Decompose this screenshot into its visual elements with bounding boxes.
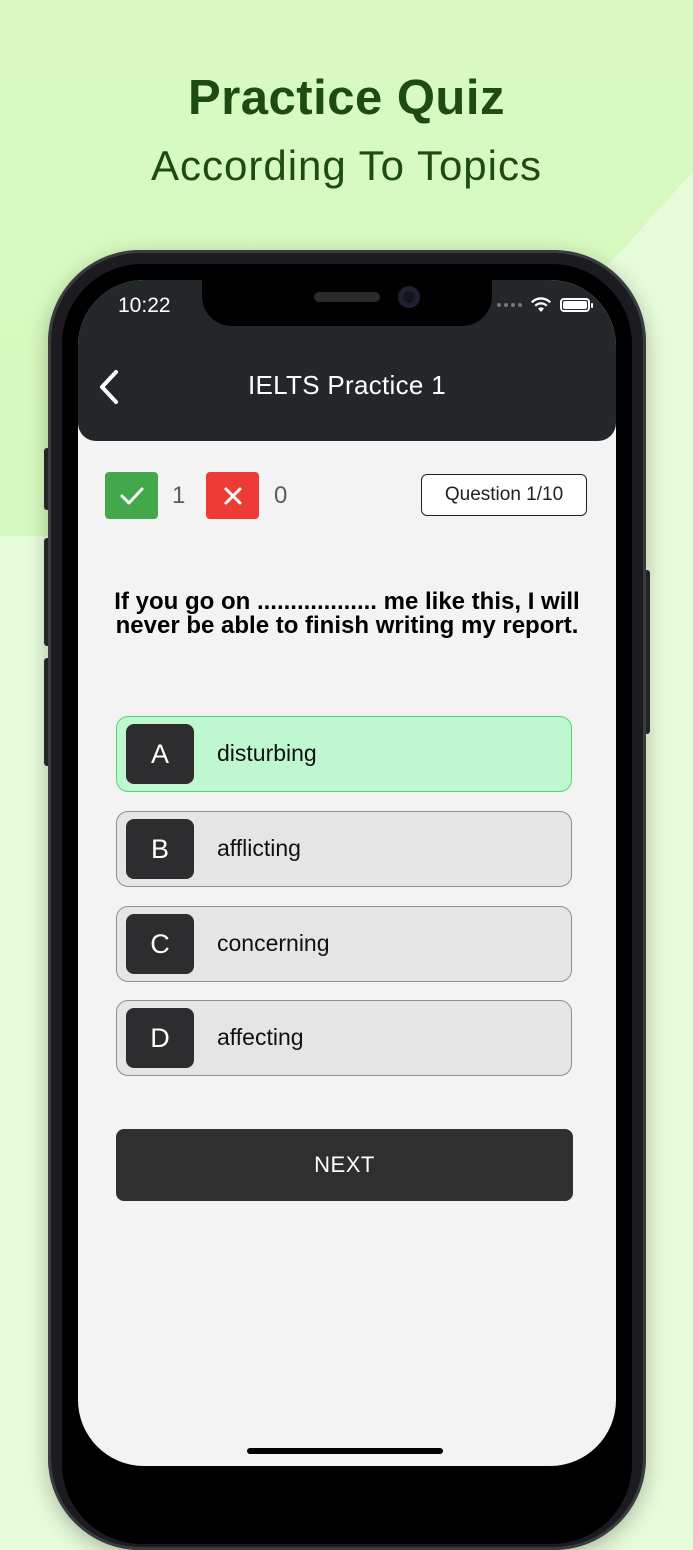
battery-icon [560, 298, 593, 312]
app-header: 10:22 IELTS Practice 1 [78, 280, 616, 441]
option-text: afflicting [217, 835, 301, 861]
option-b[interactable]: B afflicting [116, 811, 572, 887]
correct-badge [105, 472, 158, 519]
status-icons [497, 297, 593, 313]
speaker-grille [314, 292, 380, 302]
option-letter: A [126, 724, 194, 784]
option-a[interactable]: A disturbing [116, 716, 572, 792]
option-d[interactable]: D affecting [116, 1000, 572, 1076]
status-time: 10:22 [118, 294, 171, 317]
correct-count: 1 [172, 482, 186, 509]
home-indicator[interactable] [247, 1448, 443, 1454]
phone-screen: 10:22 IELTS Practice 1 1 0 Question 1/10 [78, 280, 616, 1466]
option-letter: D [126, 1008, 194, 1068]
close-icon [224, 487, 241, 504]
option-letter: C [126, 914, 194, 974]
signal-icon [497, 303, 522, 307]
next-button[interactable]: NEXT [116, 1129, 573, 1201]
wrong-count: 0 [274, 482, 288, 509]
option-text: disturbing [217, 740, 317, 766]
promo-title: Practice Quiz [188, 71, 505, 125]
question-text: If you go on .................. me like … [114, 588, 580, 639]
wrong-badge [206, 472, 259, 519]
option-text: concerning [217, 930, 330, 956]
check-icon [120, 487, 143, 504]
phone-notch [202, 280, 492, 326]
question-counter: Question 1/10 [421, 474, 587, 516]
promo-subtitle: According To Topics [151, 142, 542, 189]
front-camera [398, 286, 420, 308]
option-text: affecting [217, 1024, 304, 1050]
wifi-icon [531, 297, 551, 312]
option-letter: B [126, 819, 194, 879]
option-c[interactable]: C concerning [116, 906, 572, 982]
page-title: IELTS Practice 1 [248, 370, 446, 400]
